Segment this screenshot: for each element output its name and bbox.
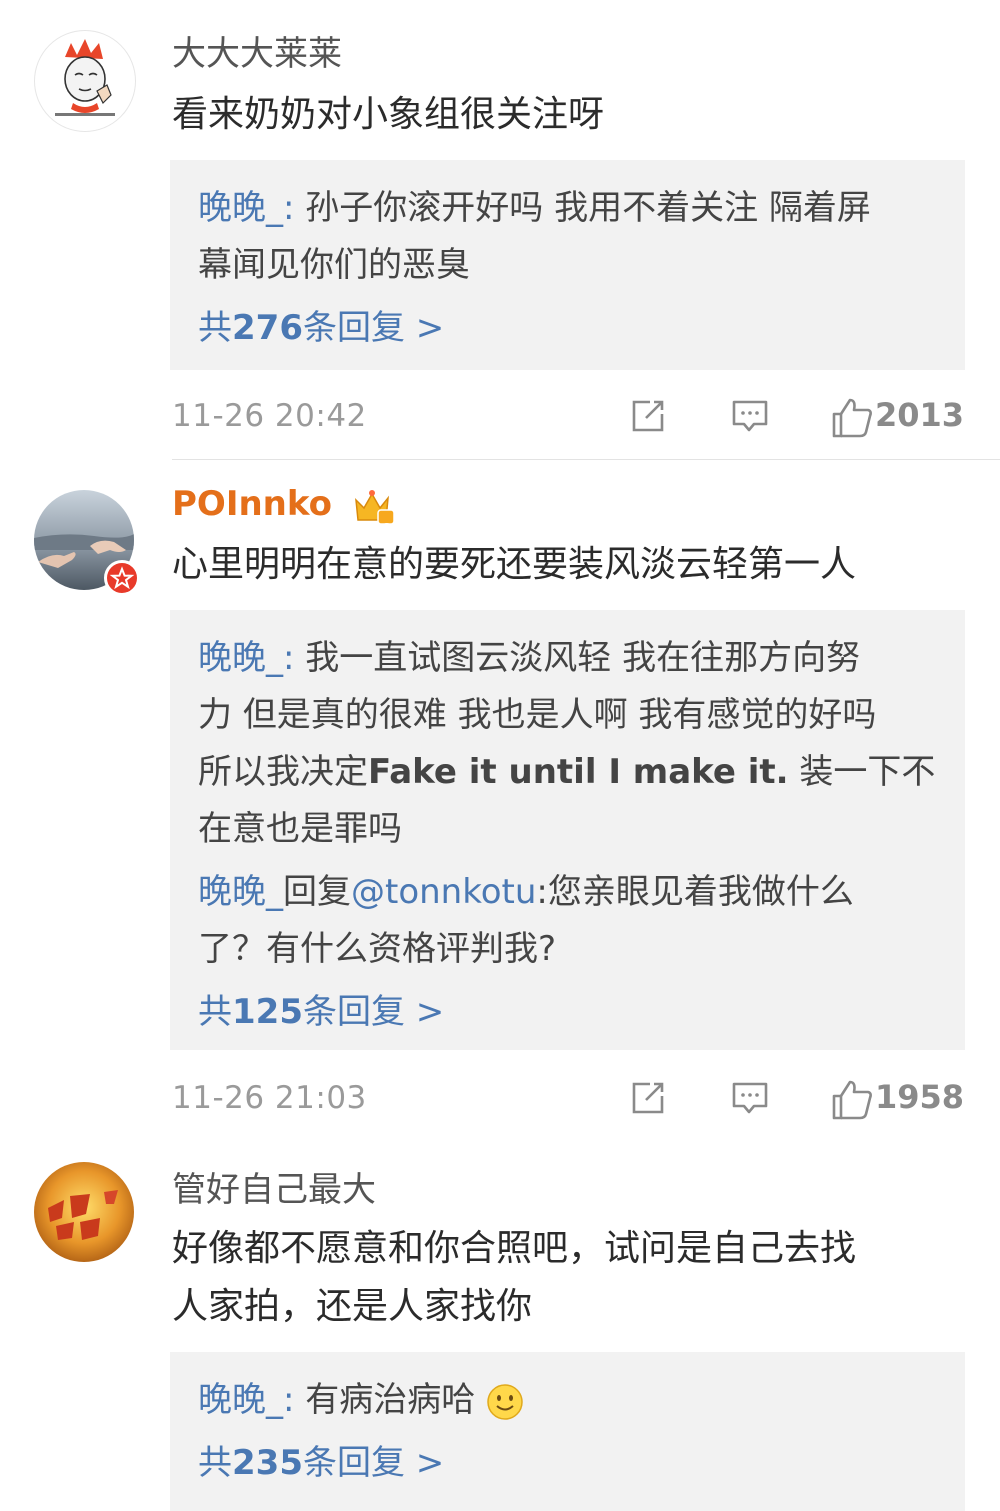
avatar-cartoon-icon <box>35 31 135 131</box>
comment-text: 看来奶奶对小象组很关注呀 <box>172 94 605 135</box>
reply-text-continued: 幕闻见你们的恶臭 <box>198 245 470 285</box>
reply-author[interactable]: 晚晚_ <box>198 1380 283 1420</box>
comment-text: 心里明明在意的要死还要装风淡云轻第一人 <box>172 544 857 585</box>
timestamp: 11-26 20:42 <box>172 398 367 434</box>
reply-count: 125 <box>232 992 303 1032</box>
smile-emoji-icon <box>487 1383 523 1420</box>
thumbs-up-icon[interactable] <box>830 1078 874 1122</box>
verified-badge <box>104 560 140 596</box>
reply-text-continued: 所以我决定Fake it until I make it. 装一下不 <box>198 752 936 792</box>
reply-text-continued: 了？有什么资格评判我? <box>198 929 557 969</box>
share-icon[interactable] <box>628 1078 668 1118</box>
reply-box[interactable]: 晚晚_: 我一直试图云淡风轻 我在往那方向努 力 但是真的很难 我也是人啊 我有… <box>170 610 965 1050</box>
star-icon <box>109 566 135 590</box>
comment-username[interactable]: POInnko 6 <box>172 484 396 535</box>
reply-text-continued: 力 但是真的很难 我也是人啊 我有感觉的好吗 <box>198 695 877 735</box>
comment-item: POInnko 6 心里明明在意的要死还要装风淡云轻第一人 晚晚_: 我一直试图… <box>0 460 1000 1140</box>
view-replies-link[interactable]: 共276条回复 > <box>198 308 937 348</box>
like-count: 1958 <box>874 1078 964 1116</box>
reply-line: 晚晚_: 孙子你滚开好吗 我用不着关注 隔着屏 <box>198 188 871 228</box>
comment-username[interactable]: 大大大莱莱 <box>172 34 342 74</box>
reply-text-continued: 在意也是罪吗 <box>198 809 402 849</box>
comment-icon[interactable] <box>730 1078 770 1118</box>
reply-line: 晚晚_: 我一直试图云淡风轻 我在往那方向努 <box>198 638 861 678</box>
comment-meta: 11-26 21:03 1958 <box>172 1074 964 1124</box>
reply-line: 晚晚_: 有病治病哈 <box>198 1372 937 1429</box>
view-replies-link[interactable]: 共235条回复 > <box>198 1443 937 1483</box>
reply-text: 有病治病哈 <box>305 1380 476 1420</box>
comment-username[interactable]: 管好自己最大 <box>172 1170 376 1210</box>
timestamp: 11-26 21:03 <box>172 1080 367 1116</box>
avatar[interactable] <box>34 30 136 132</box>
reply-count: 276 <box>232 308 303 348</box>
view-replies-link[interactable]: 共125条回复 > <box>198 992 937 1032</box>
crown-icon: 6 <box>352 486 396 535</box>
avatar-new-year-icon <box>34 1162 134 1262</box>
thumbs-up-icon[interactable] <box>830 396 874 440</box>
reply-count: 235 <box>232 1443 303 1483</box>
reply-box[interactable]: 晚晚_: 有病治病哈 共235条回复 > <box>170 1352 965 1511</box>
comment-item: 大大大莱莱 看来奶奶对小象组很关注呀 晚晚_: 孙子你滚开好吗 我用不着关注 隔… <box>0 0 1000 460</box>
comment-icon[interactable] <box>730 396 770 436</box>
comment-text: 好像都不愿意和你合照吧，试问是自己去找 人家拍，还是人家找你 <box>172 1228 857 1327</box>
avatar[interactable] <box>34 1162 134 1262</box>
share-icon[interactable] <box>628 396 668 436</box>
like-count: 2013 <box>874 396 964 434</box>
comment-meta: 11-26 20:42 2013 <box>172 392 964 442</box>
reply-box[interactable]: 晚晚_: 孙子你滚开好吗 我用不着关注 隔着屏 幕闻见你们的恶臭 共276条回复… <box>170 160 965 370</box>
reply-author[interactable]: 晚晚_ <box>198 872 283 912</box>
reply-text: 孙子你滚开好吗 我用不着关注 隔着屏 <box>305 188 871 228</box>
comment-item: 管好自己最大 好像都不愿意和你合照吧，试问是自己去找 人家拍，还是人家找你 晚晚… <box>0 1140 1000 1511</box>
mention-link[interactable]: @tonnkotu <box>351 872 536 912</box>
reply-author[interactable]: 晚晚_ <box>198 638 283 678</box>
reply-line: 晚晚_回复@tonnkotu:您亲眼见着我做什么 <box>198 872 854 912</box>
reply-author[interactable]: 晚晚_ <box>198 188 283 228</box>
